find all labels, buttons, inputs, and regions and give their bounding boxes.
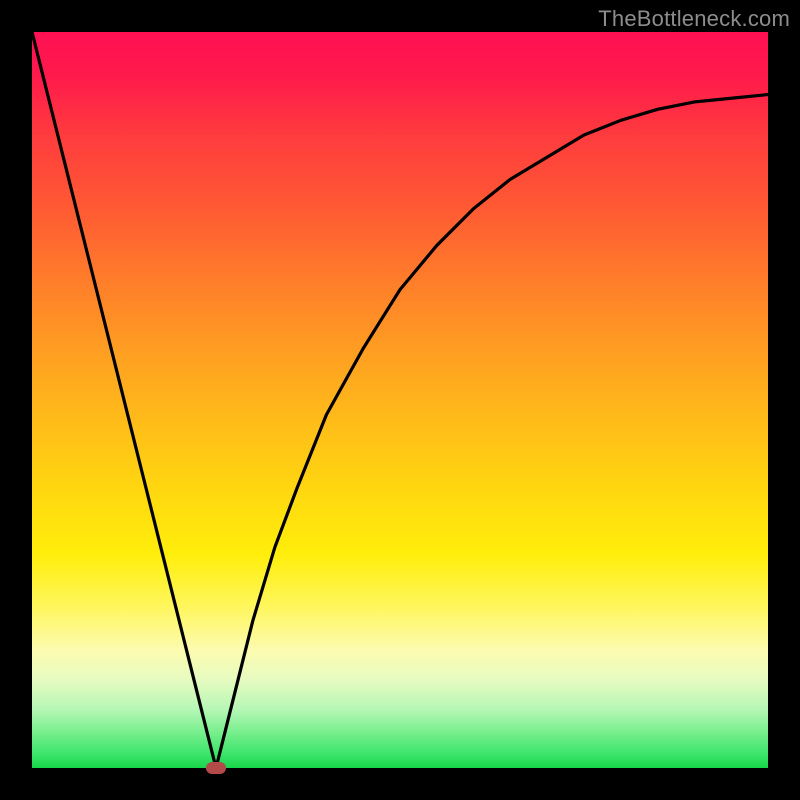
chart-frame: TheBottleneck.com — [0, 0, 800, 800]
watermark-text: TheBottleneck.com — [598, 6, 790, 32]
plot-area — [32, 32, 768, 768]
minimum-marker — [206, 762, 226, 774]
bottleneck-curve — [32, 32, 768, 768]
